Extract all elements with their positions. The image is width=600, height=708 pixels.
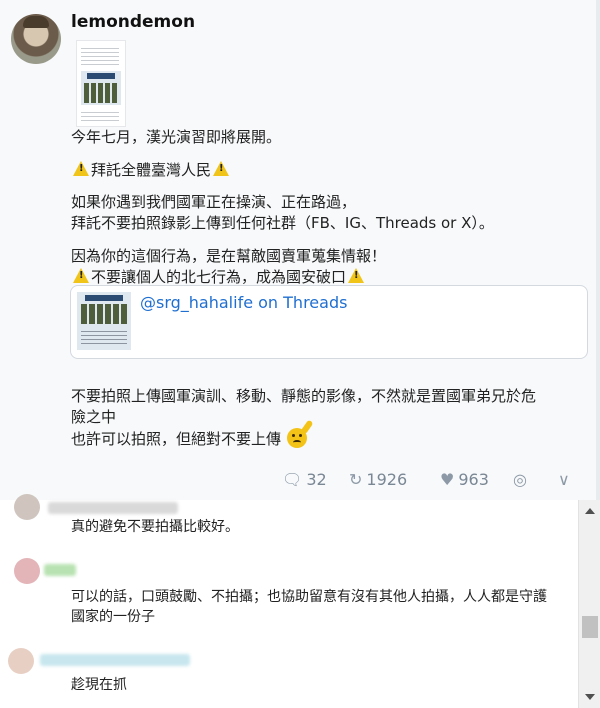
comment-count-button[interactable]: 🗨 32 xyxy=(282,466,327,492)
scroll-up-icon[interactable] xyxy=(585,508,595,514)
globe-button[interactable]: ◎ xyxy=(513,466,531,492)
emoji-icon xyxy=(287,419,314,448)
comment-avatar xyxy=(14,494,40,520)
link-preview-card[interactable]: @srg_hahalife on Threads xyxy=(70,285,588,359)
post-image-thumbnail[interactable] xyxy=(76,40,126,127)
comment-avatar xyxy=(8,648,34,674)
more-button[interactable]: ∨ xyxy=(558,466,574,492)
comment-text-continued: 國家的一份子 xyxy=(71,609,155,625)
globe-icon: ◎ xyxy=(513,469,527,489)
repost-count-button[interactable]: ↻ 1926 xyxy=(349,466,407,492)
post-text-line: 如果你遇到我們國軍正在操演、正在路過， xyxy=(71,193,357,211)
comment-text: 可以的話，口頭鼓勵、不拍攝；也協助留意有沒有其他人拍攝，人人都是守護 xyxy=(71,589,547,605)
warning-icon xyxy=(73,268,89,283)
link-preview-title[interactable]: @srg_hahalife on Threads xyxy=(140,293,347,312)
warning-icon xyxy=(73,161,89,176)
comment-avatar xyxy=(14,558,40,584)
post-card: lemondemon 今年七月，漢光演習即將展開。 拜託全體臺灣人民 如果你遇到… xyxy=(0,0,600,501)
post-text-line: 今年七月，漢光演習即將展開。 xyxy=(71,128,282,146)
post-text-line: 因為你的這個行為，是在幫敵國賣軍蒐集情報！ xyxy=(71,247,387,265)
comment-author-blurred xyxy=(44,564,76,576)
post-text-line-warning: 拜託全體臺灣人民 xyxy=(71,159,231,180)
username[interactable]: lemondemon xyxy=(71,12,195,32)
avatar[interactable] xyxy=(11,14,61,64)
like-count-button[interactable]: ♥ 963 xyxy=(440,466,489,492)
comment-text: 趁現在抓 xyxy=(71,677,127,693)
chevron-down-icon: ∨ xyxy=(558,469,570,489)
post-text-line: 險之中 xyxy=(71,408,117,426)
post-text-line-warning: 不要讓個人的北七行為，成為國安破口 xyxy=(71,266,366,287)
comment-text: 真的避免不要拍攝比較好。 xyxy=(71,519,239,535)
scrollbar[interactable] xyxy=(578,500,600,708)
link-preview-image xyxy=(77,292,131,350)
post-text-line: 拜託不要拍照錄影上傳到任何社群（FB、IG、Threads or X）。 xyxy=(71,214,494,232)
divider xyxy=(596,0,600,500)
comment-author-blurred xyxy=(48,502,178,514)
post-text-line: 不要拍照上傳國軍演訓、移動、靜態的影像，不然就是置國軍弟兄於危 xyxy=(71,387,537,405)
warning-icon xyxy=(213,161,230,176)
post-text-line: 也許可以拍照，但絕對不要上傳 xyxy=(71,419,314,449)
heart-icon: ♥ xyxy=(440,469,455,489)
scroll-down-icon[interactable] xyxy=(585,694,595,700)
scroll-thumb[interactable] xyxy=(582,616,598,638)
comment-icon: 🗨 xyxy=(282,469,303,489)
repost-icon: ↻ xyxy=(349,469,363,489)
comments-list: 真的避免不要拍攝比較好。 可以的話，口頭鼓勵、不拍攝；也協助留意有沒有其他人拍攝… xyxy=(0,494,578,708)
comment-author-blurred xyxy=(40,654,190,666)
warning-icon xyxy=(348,268,365,283)
